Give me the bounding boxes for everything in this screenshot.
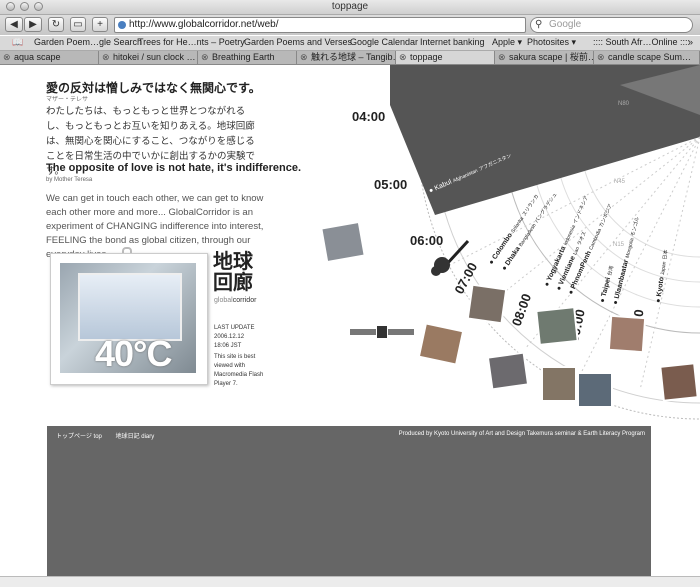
webcam-photo: 40°C	[60, 263, 196, 374]
back-button[interactable]: ◀	[5, 17, 23, 32]
photo-thumbnail[interactable]	[577, 372, 613, 408]
footer-credit: Produced by Kyoto University of Art and …	[398, 431, 645, 437]
photo-thumbnail[interactable]	[486, 351, 530, 391]
snapback-button[interactable]: ▭	[70, 17, 86, 32]
time-label: 06:00	[410, 233, 443, 248]
tab[interactable]: ⊗ aqua scape	[0, 51, 99, 64]
globe-icon	[118, 21, 126, 29]
tab-bar: ⊗ aqua scape ⊗ hitokei / sun clock … ⊗ Brea…	[0, 51, 700, 65]
lat-label: N45	[614, 179, 626, 185]
photo-thumbnail[interactable]	[607, 314, 647, 354]
nav-diary-link[interactable]: 地球日記 diary	[116, 434, 155, 440]
search-placeholder: Google	[549, 19, 582, 30]
bookmark-item[interactable]: Google Calendar	[350, 37, 418, 47]
close-tab-icon[interactable]: ⊗	[498, 51, 506, 63]
bookmark-item[interactable]: Trees for He…nts – Poetry	[138, 37, 245, 47]
lat-label: N80	[618, 101, 630, 107]
bookmarks-bar: 📖 Garden Poem…gle Search Trees for He…nt…	[0, 36, 700, 51]
satellite-icon	[350, 326, 414, 338]
close-tab-icon[interactable]: ⊗	[201, 51, 209, 63]
magnifier-icon: ⚲	[535, 19, 543, 30]
bookmark-item[interactable]: Photosites ▾	[527, 37, 576, 48]
status-bar	[0, 576, 700, 587]
screen-icon: ▭	[73, 19, 83, 30]
time-label: 08:00	[509, 292, 534, 328]
jp-quote-author: マザー・テレサ	[46, 97, 89, 103]
photo-thumbnail[interactable]	[541, 366, 577, 402]
en-quote-author: by Mother Teresa	[46, 177, 93, 183]
photo-thumbnail[interactable]	[320, 220, 366, 264]
tab[interactable]: ⊗ hitokei / sun clock …	[99, 51, 198, 64]
tab-active[interactable]: ⊗ toppage	[396, 51, 495, 64]
crescent-moon-icon	[252, 160, 270, 196]
window-title: toppage	[331, 1, 369, 12]
tab[interactable]: ⊗ 触れる地球 – Tangib…	[297, 51, 396, 64]
photo-thumbnail[interactable]	[535, 306, 579, 346]
tab[interactable]: ⊗ candle scape Sum…	[594, 51, 700, 64]
nav-top-link[interactable]: トップページ top	[56, 434, 102, 440]
time-label: 05:00	[374, 177, 407, 192]
url-field[interactable]: http://www.globalcorridor.net/web/	[114, 17, 526, 33]
tab[interactable]: ⊗ sakura scape | 桜前…	[495, 51, 594, 64]
close-tab-icon[interactable]: ⊗	[102, 51, 110, 63]
reload-button[interactable]: ↻	[48, 17, 64, 32]
last-update: LAST UPDATE 2006.12.12 18:06 JST	[214, 325, 255, 349]
close-tab-icon[interactable]: ⊗	[300, 51, 308, 63]
close-tab-icon[interactable]: ⊗	[3, 51, 11, 63]
bookmark-item[interactable]: Apple ▾	[492, 37, 522, 48]
url-text: http://www.globalcorridor.net/web/	[129, 19, 279, 30]
overflow-chevron-icon[interactable]: »	[688, 37, 693, 47]
time-label: 04:00	[352, 109, 385, 124]
photo-thumbnail[interactable]	[417, 322, 465, 366]
browser-toolbar: ◀ ▶ ↻ ▭ + http://www.globalcorridor.net/…	[0, 15, 700, 35]
close-tab-icon[interactable]: ⊗	[597, 51, 605, 63]
bookmark-item[interactable]: Garden Poems and Verses	[244, 37, 352, 47]
browser-window: toppage ◀ ▶ ↻ ▭ + http://www.globalcorri…	[0, 0, 700, 587]
photo-thumbnail[interactable]	[466, 283, 508, 325]
book-icon[interactable]: 📖	[12, 37, 23, 48]
page-content: N80 N45 N15 04:00 05:00 06:00 07:00 08:0…	[0, 65, 700, 576]
title-bar: toppage	[0, 0, 700, 15]
add-bookmark-button[interactable]: +	[92, 17, 108, 32]
footer-nav: トップページ top 地球日記 diary	[56, 431, 166, 440]
bookmark-item[interactable]: Garden Poem…gle Search	[34, 37, 142, 47]
flash-notice: This site is best viewed with Macromedia…	[214, 354, 264, 387]
forward-button[interactable]: ▶	[24, 17, 42, 32]
tab[interactable]: ⊗ Breathing Earth	[198, 51, 297, 64]
bookmark-item[interactable]: :::: South Afr…Online ::::	[593, 37, 690, 47]
lat-label: N15	[613, 242, 625, 248]
footer-panel: トップページ top 地球日記 diary Produced by Kyoto …	[47, 426, 651, 576]
site-logo-kanji: 地球回廊	[213, 251, 253, 294]
webcam-photo-card[interactable]: 40°C	[50, 253, 208, 385]
temperature-reading: 40°C	[95, 333, 172, 374]
bookmark-item[interactable]: Internet banking	[420, 37, 485, 47]
photo-thumbnail[interactable]	[659, 362, 699, 402]
close-tab-icon[interactable]: ⊗	[399, 51, 407, 63]
laptop-screen	[78, 273, 182, 341]
site-logo-roman: globalcorridor	[214, 297, 257, 304]
search-input[interactable]: ⚲ Google	[530, 17, 693, 33]
